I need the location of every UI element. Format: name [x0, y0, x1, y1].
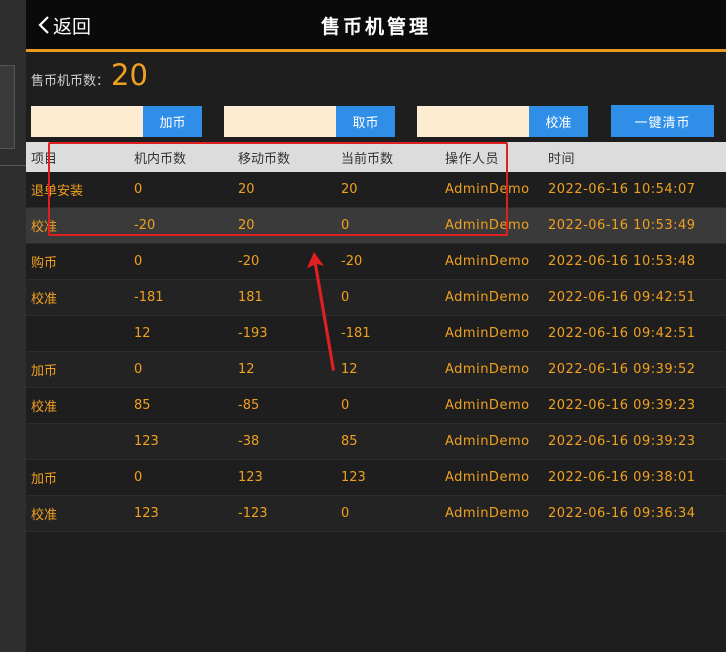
table-cell: -20: [134, 218, 156, 233]
table-cell: 2022-06-16 10:54:07: [548, 182, 696, 197]
coin-machine-app: 返回 售币机管理 售币机币数： 20 加币 取币 校准 一键清币 项目 机内币数…: [26, 0, 726, 652]
background-window-strip: [0, 0, 26, 652]
table-cell: 123: [134, 434, 159, 449]
table-cell: -20: [238, 254, 260, 269]
table-cell: 181: [238, 290, 263, 305]
background-divider: [0, 165, 26, 166]
table-cell: 2022-06-16 09:38:01: [548, 470, 696, 485]
table-cell: 12: [341, 362, 358, 377]
table-cell: 0: [341, 290, 350, 305]
table-cell: 加币: [31, 364, 58, 379]
table-row[interactable]: 校准 123 -123 0 AdminDemo 2022-06-16 09:36:34: [26, 496, 726, 532]
table-cell: 2022-06-16 09:42:51: [548, 326, 696, 341]
table-row[interactable]: 校准 85 -85 0 AdminDemo 2022-06-16 09:39:23: [26, 388, 726, 424]
table-cell: AdminDemo: [445, 434, 530, 449]
table-cell: 0: [134, 362, 143, 377]
column-header: 移动币数: [238, 151, 291, 167]
table-cell: -38: [238, 434, 260, 449]
table-cell: AdminDemo: [445, 254, 530, 269]
table-cell: AdminDemo: [445, 506, 530, 521]
table-row[interactable]: 校准 -20 20 0 AdminDemo 2022-06-16 10:53:49: [26, 208, 726, 244]
table-row[interactable]: 加币 0 12 12 AdminDemo 2022-06-16 09:39:52: [26, 352, 726, 388]
table-cell: -193: [238, 326, 268, 341]
coin-log-table: 项目 机内币数 移动币数 当前币数 操作人员 时间 退单安装 0 20 20 Admin…: [26, 142, 726, 532]
calibrate-input[interactable]: [417, 106, 529, 137]
table-cell: 123: [134, 506, 159, 521]
table-cell: 0: [134, 470, 143, 485]
calibrate-button[interactable]: 校准: [529, 106, 588, 137]
table-cell: AdminDemo: [445, 218, 530, 233]
table-row[interactable]: 退单安装 0 20 20 AdminDemo 2022-06-16 10:54:07: [26, 172, 726, 208]
header-bar: 返回 售币机管理: [26, 0, 726, 52]
take-coin-control: 取币: [224, 106, 395, 137]
table-cell: 20: [238, 218, 255, 233]
table-row[interactable]: 123 -38 85 AdminDemo 2022-06-16 09:39:23: [26, 424, 726, 460]
table-cell: AdminDemo: [445, 182, 530, 197]
table-cell: 0: [134, 254, 143, 269]
table-cell: 加币: [31, 472, 58, 487]
table-cell: 校准: [31, 220, 58, 235]
table-row[interactable]: 购币 0 -20 -20 AdminDemo 2022-06-16 10:53:48: [26, 244, 726, 280]
table-cell: AdminDemo: [445, 398, 530, 413]
add-coin-button[interactable]: 加币: [143, 106, 202, 137]
table-cell: 退单安装: [31, 184, 84, 199]
add-coin-input[interactable]: [31, 106, 143, 137]
table-cell: 购币: [31, 256, 58, 271]
table-cell: 校准: [31, 292, 58, 307]
table-cell: 2022-06-16 09:39:23: [548, 434, 696, 449]
table-cell: 20: [341, 182, 358, 197]
back-label: 返回: [53, 15, 92, 38]
back-button[interactable]: 返回: [38, 12, 91, 38]
coin-count: 售币机币数： 20: [31, 58, 148, 92]
table-cell: 2022-06-16 09:39:23: [548, 398, 696, 413]
column-header: 操作人员: [445, 151, 500, 167]
add-coin-control: 加币: [31, 106, 202, 137]
table-row[interactable]: 12 -193 -181 AdminDemo 2022-06-16 09:42:51: [26, 316, 726, 352]
table-cell: 校准: [31, 508, 58, 523]
column-header: 机内币数: [134, 151, 187, 167]
table-cell: -85: [238, 398, 260, 413]
column-header: 项目: [31, 151, 58, 167]
page-title: 售币机管理: [320, 16, 431, 38]
table-cell: 0: [341, 506, 350, 521]
table-cell: -181: [134, 290, 164, 305]
table-cell: 123: [238, 470, 263, 485]
table-cell: 20: [238, 182, 255, 197]
clear-all-coins-button[interactable]: 一键清币: [611, 105, 714, 137]
table-cell: -20: [341, 254, 363, 269]
table-cell: 0: [341, 218, 350, 233]
coin-count-value: 20: [111, 58, 148, 92]
column-header: 时间: [548, 151, 576, 167]
table-cell: -181: [341, 326, 371, 341]
take-coin-input[interactable]: [224, 106, 336, 137]
table-row[interactable]: 加币 0 123 123 AdminDemo 2022-06-16 09:38:01: [26, 460, 726, 496]
table-cell: 12: [238, 362, 255, 377]
chevron-left-icon: [38, 16, 49, 34]
table-cell: 2022-06-16 09:36:34: [548, 506, 696, 521]
background-panel: [0, 65, 15, 149]
table-cell: 123: [341, 470, 366, 485]
table-cell: 85: [134, 398, 151, 413]
table-cell: 2022-06-16 10:53:49: [548, 218, 696, 233]
table-cell: AdminDemo: [445, 326, 530, 341]
table-cell: 2022-06-16 09:39:52: [548, 362, 696, 377]
table-cell: 85: [341, 434, 358, 449]
table-row[interactable]: 校准 -181 181 0 AdminDemo 2022-06-16 09:42:51: [26, 280, 726, 316]
coin-count-label: 售币机币数：: [31, 74, 110, 89]
calibrate-control: 校准: [417, 106, 588, 137]
table-header: 项目 机内币数 移动币数 当前币数 操作人员 时间: [26, 142, 726, 172]
table-cell: AdminDemo: [445, 470, 530, 485]
table-cell: AdminDemo: [445, 290, 530, 305]
table-cell: AdminDemo: [445, 362, 530, 377]
table-cell: 2022-06-16 09:42:51: [548, 290, 696, 305]
table-cell: 校准: [31, 400, 58, 415]
table-cell: -123: [238, 506, 268, 521]
column-header: 当前币数: [341, 151, 394, 167]
table-cell: 12: [134, 326, 151, 341]
take-coin-button[interactable]: 取币: [336, 106, 395, 137]
table-cell: 0: [134, 182, 143, 197]
table-body: 退单安装 0 20 20 AdminDemo 2022-06-16 10:54:07 校准 -…: [26, 172, 726, 532]
table-cell: 0: [341, 398, 350, 413]
table-cell: 2022-06-16 10:53:48: [548, 254, 696, 269]
